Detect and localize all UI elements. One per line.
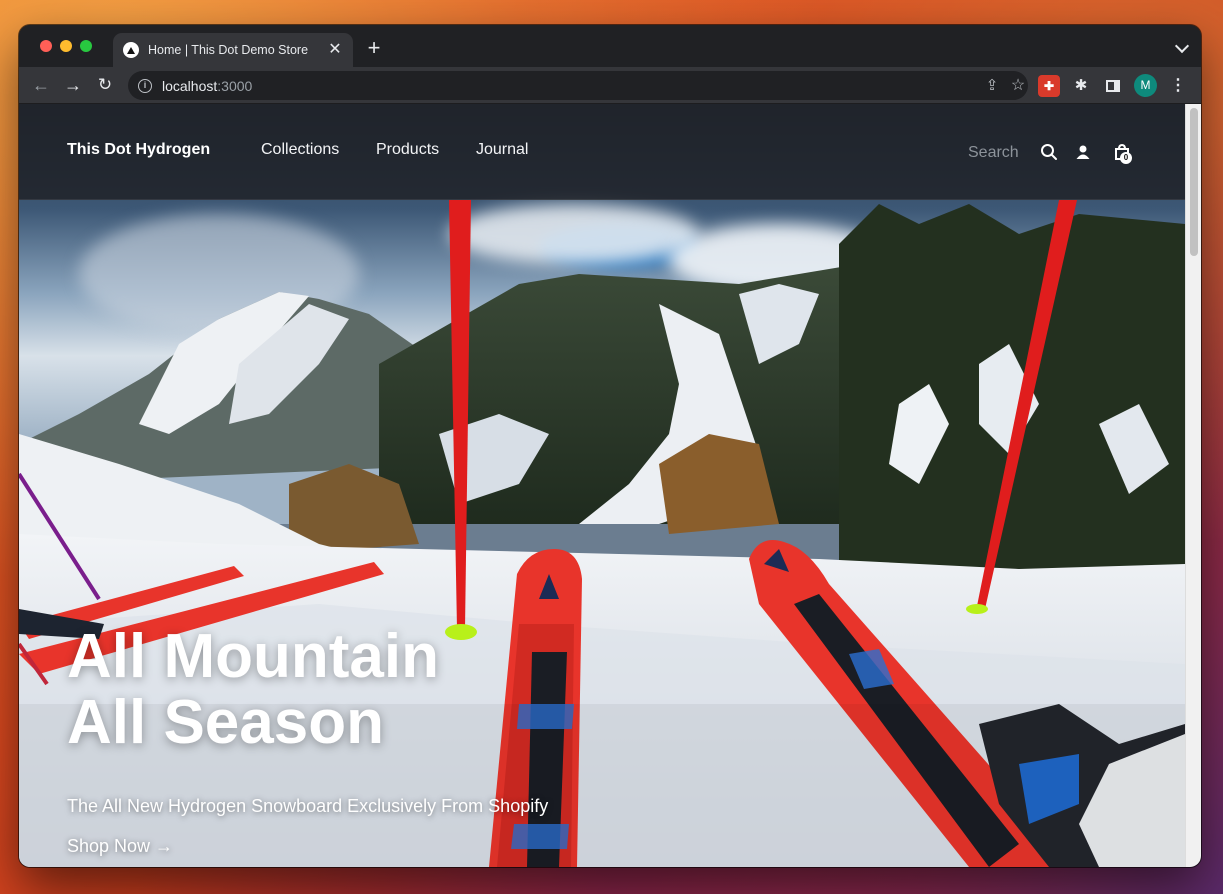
back-arrow-icon[interactable]: ← (30, 74, 52, 96)
site-header: This Dot Hydrogen Collections Products J… (19, 104, 1185, 200)
forward-arrow-icon[interactable]: → (62, 74, 84, 96)
star-icon[interactable]: ☆ (1008, 76, 1028, 96)
more-menu-icon[interactable]: ⋮ (1167, 75, 1189, 97)
hero-title-line1: All Mountain (67, 622, 439, 691)
url-host: localhost (162, 77, 218, 94)
shop-now-link[interactable]: Shop Now → (67, 836, 173, 857)
close-window-button[interactable] (40, 40, 52, 52)
side-panel-icon[interactable] (1102, 75, 1124, 97)
browser-tab-active[interactable]: Home | This Dot Demo Store ✕ (113, 33, 353, 67)
extension-icon[interactable]: ✚ (1038, 75, 1060, 97)
info-icon[interactable]: i (138, 78, 152, 93)
hero-subtitle: The All New Hydrogen Snowboard Exclusive… (67, 796, 549, 816)
favicon-icon (123, 42, 139, 58)
account-icon[interactable] (1073, 142, 1093, 162)
reload-icon[interactable]: ↻ (94, 74, 116, 96)
minimize-window-button[interactable] (60, 40, 72, 52)
chevron-down-icon[interactable] (1174, 38, 1190, 54)
close-icon[interactable]: ✕ (327, 42, 343, 58)
plus-icon[interactable]: + (363, 37, 385, 59)
brand-logo[interactable]: This Dot Hydrogen (67, 141, 210, 159)
tab-title: Home | This Dot Demo Store (148, 43, 309, 57)
browser-toolbar: ← → ↻ i localhost:3000 ⇪ ☆ ✚ ✱ M ⋮ (19, 67, 1201, 104)
cart-count-badge: 0 (1120, 152, 1132, 164)
url-port: :3000 (217, 77, 253, 94)
maximize-window-button[interactable] (80, 40, 92, 52)
scrollbar-thumb[interactable] (1190, 108, 1198, 256)
nav-collections[interactable]: Collections (261, 141, 339, 159)
tab-strip: Home | This Dot Demo Store ✕ + (19, 25, 1201, 67)
nav-products[interactable]: Products (376, 141, 439, 159)
hero-title-line2: All Season (67, 688, 384, 757)
puzzle-icon[interactable]: ✱ (1070, 75, 1092, 97)
page-scrollbar[interactable] (1185, 104, 1201, 867)
profile-avatar[interactable]: M (1134, 74, 1157, 97)
hero-title: All Mountain All Season (67, 624, 439, 756)
address-bar[interactable]: i localhost:3000 ⇪ ☆ (128, 71, 1028, 100)
browser-window: Home | This Dot Demo Store ✕ + ← → ↻ i l… (19, 25, 1201, 867)
nav-journal[interactable]: Journal (476, 141, 528, 159)
share-icon[interactable]: ⇪ (982, 76, 1002, 96)
search-input[interactable]: Search (968, 144, 1038, 162)
search-icon[interactable] (1039, 142, 1059, 162)
page-viewport: This Dot Hydrogen Collections Products J… (19, 104, 1185, 867)
